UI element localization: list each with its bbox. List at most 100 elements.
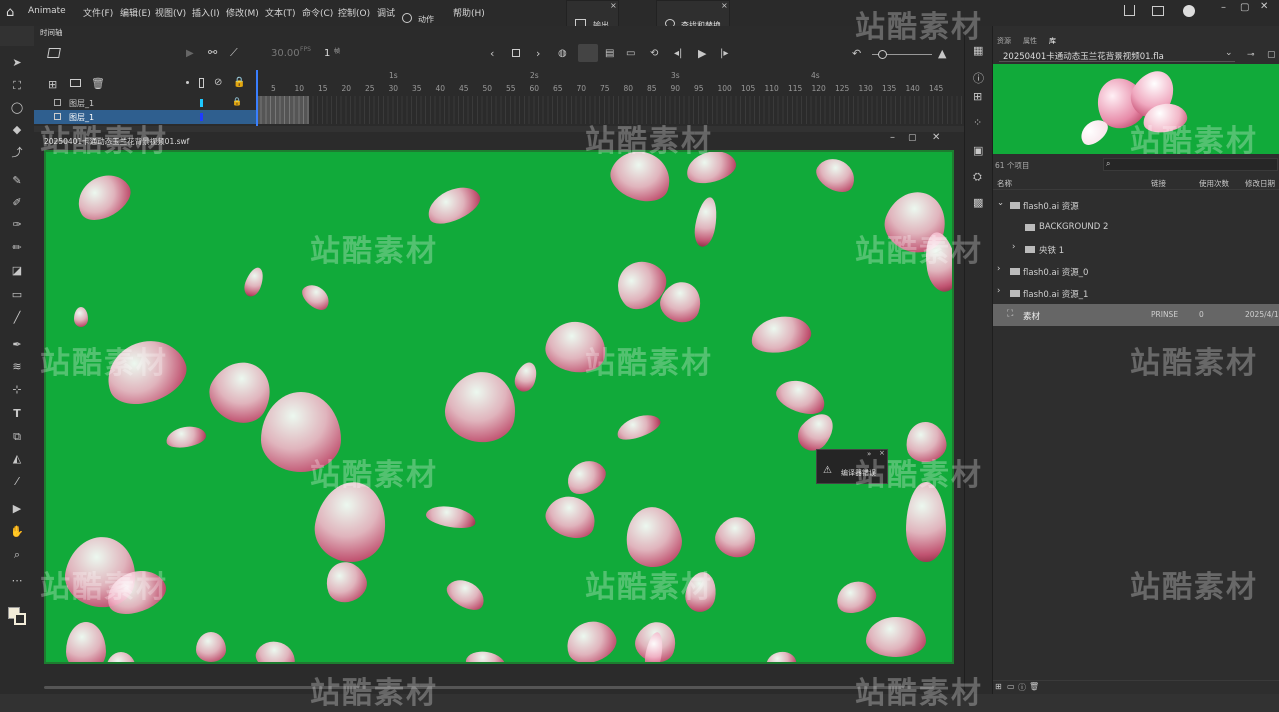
- undo-icon[interactable]: ↶: [852, 47, 861, 60]
- column-linkage[interactable]: 链接: [1151, 178, 1166, 189]
- maximize-icon[interactable]: ▢: [908, 133, 917, 143]
- onion-skin-icon[interactable]: ◍: [558, 48, 567, 59]
- align-icon[interactable]: ⊞: [973, 90, 982, 103]
- filled-frames[interactable]: [256, 96, 309, 124]
- layers-icon[interactable]: [47, 48, 61, 58]
- current-frame[interactable]: 1: [324, 48, 330, 59]
- play-icon[interactable]: ▶: [698, 47, 706, 60]
- hand-icon[interactable]: ✋: [9, 525, 25, 539]
- properties-icon[interactable]: ⓘ: [1018, 682, 1026, 693]
- share-icon[interactable]: [1124, 5, 1135, 16]
- new-symbol-icon[interactable]: ⊞: [995, 682, 1002, 691]
- step-forward-icon[interactable]: |▸: [720, 48, 728, 59]
- minimize-icon[interactable]: –: [1221, 2, 1226, 13]
- graph-icon[interactable]: ⟋: [230, 46, 238, 60]
- tab-library[interactable]: 库: [1049, 36, 1056, 46]
- lock-icon[interactable]: 🔒: [232, 97, 242, 106]
- layer-name[interactable]: 图层_1: [69, 112, 94, 123]
- library-item[interactable]: › 央铁 1: [993, 238, 1279, 260]
- width-tool-icon[interactable]: ≋: [9, 360, 25, 374]
- free-transform-icon[interactable]: ⛶: [9, 79, 25, 93]
- chevron-right-icon[interactable]: ›: [1012, 242, 1015, 252]
- hide-all-icon[interactable]: ⊘: [214, 77, 222, 88]
- maximize-icon[interactable]: ▢: [1240, 2, 1249, 13]
- library-item[interactable]: ⌄ flash0.ai 资源: [993, 194, 1279, 216]
- stage-canvas[interactable]: [44, 150, 954, 664]
- eyedropper-icon[interactable]: ⁄: [9, 475, 25, 489]
- frame-ruler[interactable]: [256, 70, 964, 126]
- pin-icon[interactable]: ⊸: [1247, 50, 1255, 60]
- properties-icon[interactable]: ▦: [973, 44, 983, 57]
- layout-icon[interactable]: [1152, 6, 1164, 16]
- eraser-icon[interactable]: ◪: [9, 264, 25, 278]
- menu-view[interactable]: 视图(V): [155, 6, 186, 19]
- assets-icon[interactable]: ⛭: [973, 170, 982, 184]
- library-search-input[interactable]: ⌕: [1103, 158, 1278, 171]
- fps-value[interactable]: 30.00: [271, 48, 300, 59]
- create-tween-icon[interactable]: ▭: [626, 48, 635, 59]
- menu-help[interactable]: 帮助(H): [453, 6, 485, 19]
- column-name[interactable]: 名称: [997, 178, 1012, 189]
- paint-bucket-icon[interactable]: ◭: [9, 452, 25, 466]
- chevron-right-icon[interactable]: ›: [997, 264, 1000, 274]
- actions-tab[interactable]: 动作: [398, 12, 448, 26]
- close-icon[interactable]: ✕: [932, 132, 940, 143]
- menu-commands[interactable]: 命令(C): [302, 6, 333, 19]
- menu-file[interactable]: 文件(F): [83, 6, 113, 19]
- brush-icon[interactable]: ✎: [9, 174, 25, 188]
- selection-tool-icon[interactable]: ➤: [9, 56, 25, 70]
- library-item[interactable]: › flash0.ai 资源_0: [993, 260, 1279, 282]
- stage-scrollbar[interactable]: [44, 686, 934, 689]
- add-layer-icon[interactable]: ⊞: [48, 78, 57, 91]
- layer-row[interactable]: 图层_1 🔒: [34, 96, 254, 110]
- camera-toggle-icon[interactable]: ▶: [186, 48, 194, 59]
- zoom-slider-knob[interactable]: [878, 50, 887, 59]
- frame-grid[interactable]: [256, 96, 964, 124]
- loop-icon[interactable]: ⟲: [650, 48, 658, 59]
- layer-color-swatch[interactable]: [200, 99, 203, 107]
- next-keyframe-icon[interactable]: ›: [536, 47, 540, 60]
- tab-assets[interactable]: 资源: [997, 36, 1011, 46]
- info-icon[interactable]: ⓘ: [973, 70, 984, 86]
- close-icon[interactable]: ×: [610, 1, 617, 10]
- menu-edit[interactable]: 编辑(E): [120, 6, 151, 19]
- prev-keyframe-icon[interactable]: ‹: [490, 47, 494, 60]
- lasso-icon[interactable]: ◯: [9, 101, 25, 115]
- document-dropdown[interactable]: 20250401卡通动态玉兰花背景视频01.fla ⌄: [999, 48, 1235, 62]
- test-play-icon[interactable]: [1183, 5, 1195, 17]
- timeline-tab[interactable]: 时间轴: [40, 27, 63, 38]
- pencil-icon[interactable]: ✏: [9, 241, 25, 255]
- close-icon[interactable]: ×: [879, 449, 885, 457]
- zoom-icon[interactable]: ⌕: [9, 548, 25, 562]
- library-item[interactable]: › flash0.ai 资源_1: [993, 282, 1279, 304]
- fluid-brush-icon[interactable]: ✑: [9, 218, 25, 232]
- menu-insert[interactable]: 插入(I): [192, 6, 220, 19]
- playhead[interactable]: [256, 70, 258, 126]
- parenting-icon[interactable]: ⚯: [208, 46, 217, 59]
- bone-tool-icon[interactable]: ⤴: [9, 146, 25, 160]
- new-folder-icon[interactable]: ▭: [1007, 682, 1015, 691]
- camera-icon[interactable]: ▶: [9, 502, 25, 516]
- tab-properties[interactable]: 属性: [1023, 36, 1037, 46]
- new-library-icon[interactable]: ▢: [1267, 50, 1276, 60]
- chevron-right-icon[interactable]: ›: [997, 286, 1000, 296]
- subselection-icon[interactable]: ⊹: [9, 383, 25, 397]
- asset-warp-icon[interactable]: ⧉: [9, 430, 25, 444]
- more-tools-icon[interactable]: ⋯: [9, 574, 25, 588]
- mountain-icon[interactable]: ▲: [938, 47, 946, 60]
- outline-icon[interactable]: [199, 78, 204, 88]
- close-window-icon[interactable]: ✕: [1260, 1, 1268, 12]
- delete-layer-icon[interactable]: 🗑: [91, 77, 105, 90]
- paint-brush-icon[interactable]: ✐: [9, 196, 25, 210]
- column-date-modified[interactable]: 修改日期: [1245, 178, 1275, 189]
- step-back-icon[interactable]: ◂|: [674, 48, 682, 59]
- menu-modify[interactable]: 修改(M): [226, 6, 259, 19]
- library-item[interactable]: BACKGROUND 2: [993, 216, 1279, 238]
- components-icon[interactable]: ▣: [973, 144, 983, 157]
- insert-keyframe-icon[interactable]: [512, 49, 520, 57]
- motion-presets-icon[interactable]: ⁘: [973, 116, 982, 129]
- line-tool-icon[interactable]: ╱: [9, 311, 25, 325]
- transform-icon[interactable]: ▩: [973, 196, 983, 209]
- frame-view-icon[interactable]: ▤: [605, 48, 614, 59]
- menu-debug[interactable]: 调试: [377, 6, 395, 19]
